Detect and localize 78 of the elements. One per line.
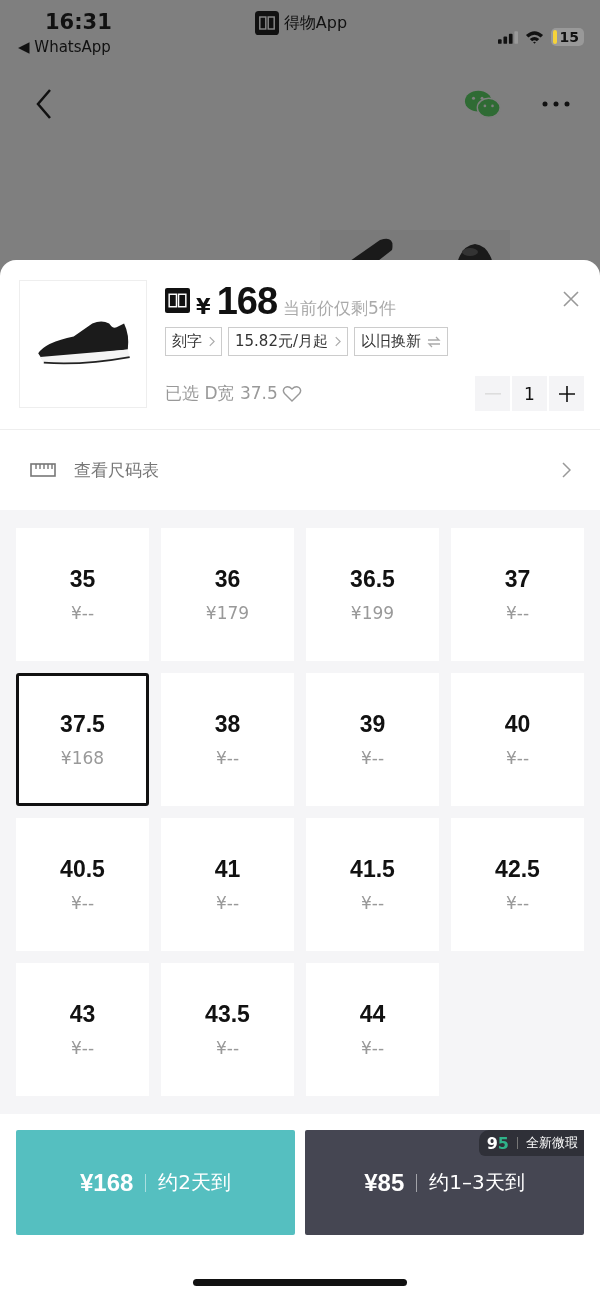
size-option[interactable]: 40.5 ¥-- bbox=[16, 818, 149, 951]
size-price: ¥-- bbox=[360, 1038, 385, 1058]
size-label: 37 bbox=[504, 566, 531, 593]
app-name: 得物App bbox=[283, 12, 348, 34]
size-option[interactable]: 42.5 ¥-- bbox=[451, 818, 584, 951]
battery-indicator: 15 bbox=[550, 28, 584, 46]
size-price: ¥199 bbox=[350, 603, 395, 623]
size-label: 44 bbox=[359, 1001, 386, 1028]
size-option[interactable]: 40 ¥-- bbox=[451, 673, 584, 806]
more-icon[interactable] bbox=[542, 101, 570, 107]
grade-logo: 95 bbox=[486, 1133, 509, 1153]
plus-icon bbox=[558, 385, 575, 402]
size-label: 35 bbox=[69, 566, 96, 593]
size-price: ¥-- bbox=[70, 1038, 95, 1058]
size-option[interactable]: 35 ¥-- bbox=[16, 528, 149, 661]
option-tag[interactable]: 刻字 bbox=[165, 327, 222, 356]
close-icon[interactable] bbox=[563, 291, 579, 307]
app-logo-icon bbox=[254, 11, 279, 35]
size-chart-link[interactable]: 查看尺码表 bbox=[74, 458, 159, 482]
buy-button[interactable]: ¥85 约1–3天到 95 全新微瑕 bbox=[305, 1130, 584, 1235]
back-icon[interactable] bbox=[36, 89, 52, 119]
size-label: 40.5 bbox=[60, 856, 105, 883]
size-option[interactable]: 41.5 ¥-- bbox=[306, 818, 439, 951]
size-price: ¥-- bbox=[505, 893, 530, 913]
size-option[interactable]: 43 ¥-- bbox=[16, 963, 149, 1096]
size-label: 42.5 bbox=[495, 856, 540, 883]
size-price: ¥-- bbox=[215, 748, 240, 768]
chevron-icon bbox=[208, 336, 215, 347]
stock-note: 当前价仅剩5件 bbox=[283, 297, 396, 320]
size-option[interactable]: 38 ¥-- bbox=[161, 673, 294, 806]
size-label: 37.5 bbox=[60, 711, 105, 738]
wifi-icon bbox=[524, 30, 544, 44]
ruler-icon bbox=[30, 463, 56, 477]
size-price: ¥-- bbox=[215, 893, 240, 913]
size-label: 43.5 bbox=[205, 1001, 250, 1028]
quantity-value: 1 bbox=[512, 376, 547, 411]
chevron-icon bbox=[334, 336, 341, 347]
size-price: ¥-- bbox=[70, 893, 95, 913]
size-label: 40 bbox=[504, 711, 531, 738]
size-price: ¥179 bbox=[205, 603, 250, 623]
size-price: ¥-- bbox=[360, 748, 385, 768]
size-price: ¥-- bbox=[215, 1038, 240, 1058]
size-label: 36.5 bbox=[350, 566, 395, 593]
size-price: ¥-- bbox=[360, 893, 385, 913]
size-option[interactable]: 41 ¥-- bbox=[161, 818, 294, 951]
size-price: ¥-- bbox=[70, 603, 95, 623]
size-price: ¥-- bbox=[505, 603, 530, 623]
size-price: ¥168 bbox=[60, 748, 105, 768]
size-label: 39 bbox=[359, 711, 386, 738]
status-time: 16:31 bbox=[45, 10, 112, 34]
badge-text: 全新微瑕 bbox=[526, 1134, 578, 1152]
size-option[interactable]: 39 ¥-- bbox=[306, 673, 439, 806]
swap-arrows-icon bbox=[427, 335, 441, 348]
size-option[interactable]: 36.5 ¥199 bbox=[306, 528, 439, 661]
size-option[interactable]: 43.5 ¥-- bbox=[161, 963, 294, 1096]
heart-icon[interactable] bbox=[281, 384, 302, 403]
chat-bubbles-icon[interactable] bbox=[464, 88, 502, 120]
size-label: 41 bbox=[214, 856, 241, 883]
currency-symbol: ¥ bbox=[196, 295, 211, 319]
brand-logo-icon bbox=[165, 287, 190, 313]
option-tag[interactable]: 15.82元/月起 bbox=[228, 327, 348, 356]
chevron-icon bbox=[561, 462, 571, 478]
size-option[interactable]: 36 ¥179 bbox=[161, 528, 294, 661]
product-price: 168 bbox=[216, 280, 278, 323]
size-chart-row[interactable]: 查看尺码表 bbox=[0, 430, 600, 510]
option-tag[interactable]: 以旧换新 bbox=[354, 327, 448, 356]
size-price: ¥-- bbox=[505, 748, 530, 768]
size-label: 38 bbox=[214, 711, 241, 738]
size-option[interactable]: 44 ¥-- bbox=[306, 963, 439, 1096]
selected-variant: 已选 D宽 37.5 bbox=[165, 382, 278, 405]
size-option[interactable]: 37.5 ¥168 bbox=[16, 673, 149, 806]
signal-icon bbox=[497, 30, 518, 44]
size-label: 41.5 bbox=[350, 856, 395, 883]
back-to-app-link[interactable]: ◀ WhatsApp bbox=[18, 38, 111, 56]
size-label: 36 bbox=[214, 566, 241, 593]
size-option[interactable]: 37 ¥-- bbox=[451, 528, 584, 661]
increase-button[interactable] bbox=[549, 376, 584, 411]
size-label: 43 bbox=[69, 1001, 96, 1028]
